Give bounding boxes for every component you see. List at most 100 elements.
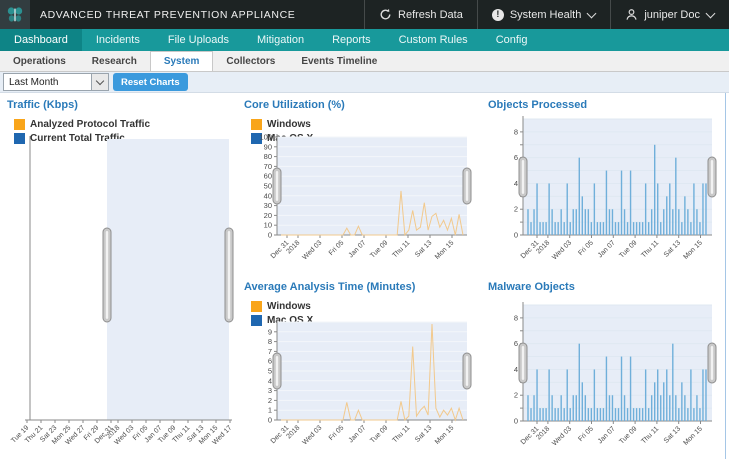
- svg-text:Fri 05: Fri 05: [328, 239, 346, 257]
- svg-text:Thu 11: Thu 11: [640, 425, 660, 445]
- tab-research[interactable]: Research: [79, 51, 150, 71]
- brush-selection: [107, 139, 229, 420]
- svg-text:2018: 2018: [285, 424, 301, 440]
- nav-item-custom-rules[interactable]: Custom Rules: [385, 29, 482, 51]
- tab-operations[interactable]: Operations: [0, 51, 79, 71]
- svg-text:Jan 07: Jan 07: [597, 239, 617, 259]
- malware-objects-chart: Malware Objects 02468Dec 312018Wed 03Fri…: [478, 275, 729, 459]
- svg-text:Fri 05: Fri 05: [328, 424, 346, 442]
- tab-system[interactable]: System: [150, 51, 214, 71]
- brush-handle-right[interactable]: [463, 353, 471, 389]
- top-bar: ADVANCED THREAT PREVENTION APPLIANCE Ref…: [0, 0, 729, 29]
- brush-handle-right[interactable]: [708, 343, 716, 383]
- brush-handle-right[interactable]: [225, 228, 233, 322]
- user-icon: [625, 8, 638, 21]
- svg-text:Sat 13: Sat 13: [663, 239, 682, 258]
- svg-text:60: 60: [264, 172, 272, 181]
- traffic-chart-plot[interactable]: Tue 19Thu 21Sat 23Mon 25Wed 27Fri 29Dec …: [0, 133, 237, 459]
- svg-text:50: 50: [264, 182, 272, 191]
- brush-selection: [523, 305, 712, 421]
- svg-text:100: 100: [259, 133, 272, 142]
- svg-text:5: 5: [268, 367, 272, 376]
- time-period-select[interactable]: Last Month: [3, 73, 109, 91]
- svg-text:Jan 07: Jan 07: [348, 424, 368, 444]
- juniper-atp-logo: [0, 0, 30, 29]
- tab-events-timeline[interactable]: Events Timeline: [288, 51, 390, 71]
- svg-text:Wed 03: Wed 03: [551, 425, 573, 447]
- svg-text:4: 4: [514, 365, 518, 374]
- user-menu[interactable]: juniper Doc: [610, 0, 729, 29]
- reset-charts-button[interactable]: Reset Charts: [113, 73, 188, 91]
- svg-text:2018: 2018: [285, 239, 301, 255]
- svg-text:2: 2: [514, 391, 518, 400]
- nav-item-reports[interactable]: Reports: [318, 29, 385, 51]
- malware-objects-title: Malware Objects: [478, 275, 729, 293]
- objects-processed-chart: Objects Processed 02468Dec 312018Wed 03F…: [478, 93, 729, 275]
- svg-text:Fri 05: Fri 05: [577, 425, 595, 443]
- brush-handle-left[interactable]: [519, 157, 527, 197]
- nav-item-file-uploads[interactable]: File Uploads: [154, 29, 243, 51]
- system-health-menu[interactable]: ! System Health: [477, 0, 611, 29]
- svg-text:40: 40: [264, 191, 272, 200]
- objects-processed-plot[interactable]: 02468Dec 312018Wed 03Fri 05Jan 07Tue 09T…: [478, 113, 729, 275]
- nav-item-config[interactable]: Config: [482, 29, 542, 51]
- svg-text:2: 2: [514, 205, 518, 214]
- nav-item-incidents[interactable]: Incidents: [82, 29, 154, 51]
- content-right-border: [725, 93, 726, 459]
- svg-text:3: 3: [268, 386, 272, 395]
- main-nav: Dashboard Incidents File Uploads Mitigat…: [0, 29, 729, 51]
- refresh-data-button[interactable]: Refresh Data: [364, 0, 477, 29]
- brush-handle-left[interactable]: [273, 168, 281, 204]
- legend-item: Windows: [251, 299, 478, 313]
- svg-text:Tue 09: Tue 09: [618, 425, 638, 445]
- svg-text:Mon 15: Mon 15: [682, 239, 704, 261]
- svg-text:Tue 09: Tue 09: [369, 239, 389, 259]
- nav-item-dashboard[interactable]: Dashboard: [0, 29, 82, 51]
- malware-objects-plot[interactable]: 02468Dec 312018Wed 03Fri 05Jan 07Tue 09T…: [478, 295, 729, 459]
- app-title: ADVANCED THREAT PREVENTION APPLIANCE: [30, 0, 364, 29]
- svg-text:6: 6: [514, 153, 518, 162]
- svg-text:30: 30: [264, 201, 272, 210]
- svg-text:10: 10: [264, 221, 272, 230]
- brush-handle-left[interactable]: [273, 353, 281, 389]
- brush-handle-left[interactable]: [103, 228, 111, 322]
- refresh-data-label: Refresh Data: [398, 9, 463, 21]
- chevron-down-icon: [587, 8, 596, 17]
- average-analysis-time-plot[interactable]: 0123456789Dec 312018Wed 03Fri 05Jan 07Tu…: [237, 313, 478, 459]
- svg-text:1: 1: [268, 406, 272, 415]
- core-utilization-title: Core Utilization (%): [237, 93, 478, 111]
- tab-collectors[interactable]: Collectors: [213, 51, 288, 71]
- brush-handle-left[interactable]: [519, 343, 527, 383]
- svg-text:7: 7: [268, 347, 272, 356]
- svg-text:Sat 13: Sat 13: [414, 239, 433, 258]
- core-utilization-plot[interactable]: 0102030405060708090100Dec 312018Wed 03Fr…: [237, 131, 478, 275]
- svg-text:6: 6: [268, 357, 272, 366]
- svg-text:90: 90: [264, 142, 272, 151]
- svg-text:0: 0: [268, 416, 272, 425]
- svg-text:0: 0: [268, 231, 272, 240]
- moth-logo-icon: [5, 6, 25, 24]
- svg-text:Thu 11: Thu 11: [640, 239, 660, 259]
- svg-text:Wed 03: Wed 03: [301, 424, 323, 446]
- svg-text:8: 8: [514, 127, 518, 136]
- time-period-value: Last Month: [4, 77, 91, 88]
- nav-item-mitigation[interactable]: Mitigation: [243, 29, 318, 51]
- user-name-label: juniper Doc: [644, 9, 700, 21]
- brush-handle-right[interactable]: [463, 168, 471, 204]
- svg-text:Wed 03: Wed 03: [301, 239, 323, 261]
- legend-swatch: [251, 119, 262, 130]
- svg-text:Jan 07: Jan 07: [597, 425, 617, 445]
- svg-text:Thu 11: Thu 11: [391, 239, 411, 259]
- average-analysis-time-title: Average Analysis Time (Minutes): [237, 275, 478, 293]
- svg-text:9: 9: [268, 327, 272, 336]
- svg-text:Mon 15: Mon 15: [682, 425, 704, 447]
- charts-area: Traffic (Kbps) Analyzed Protocol Traffic…: [0, 93, 729, 459]
- legend-swatch: [14, 119, 25, 130]
- brush-handle-right[interactable]: [708, 157, 716, 197]
- svg-text:0: 0: [514, 231, 518, 240]
- svg-text:0: 0: [514, 417, 518, 426]
- traffic-chart: Traffic (Kbps) Analyzed Protocol Traffic…: [0, 93, 237, 459]
- objects-processed-title: Objects Processed: [478, 93, 729, 111]
- core-utilization-chart: Core Utilization (%) Windows Mac OS X 01…: [237, 93, 478, 275]
- dashboard-subtabs: Operations Research System Collectors Ev…: [0, 51, 729, 72]
